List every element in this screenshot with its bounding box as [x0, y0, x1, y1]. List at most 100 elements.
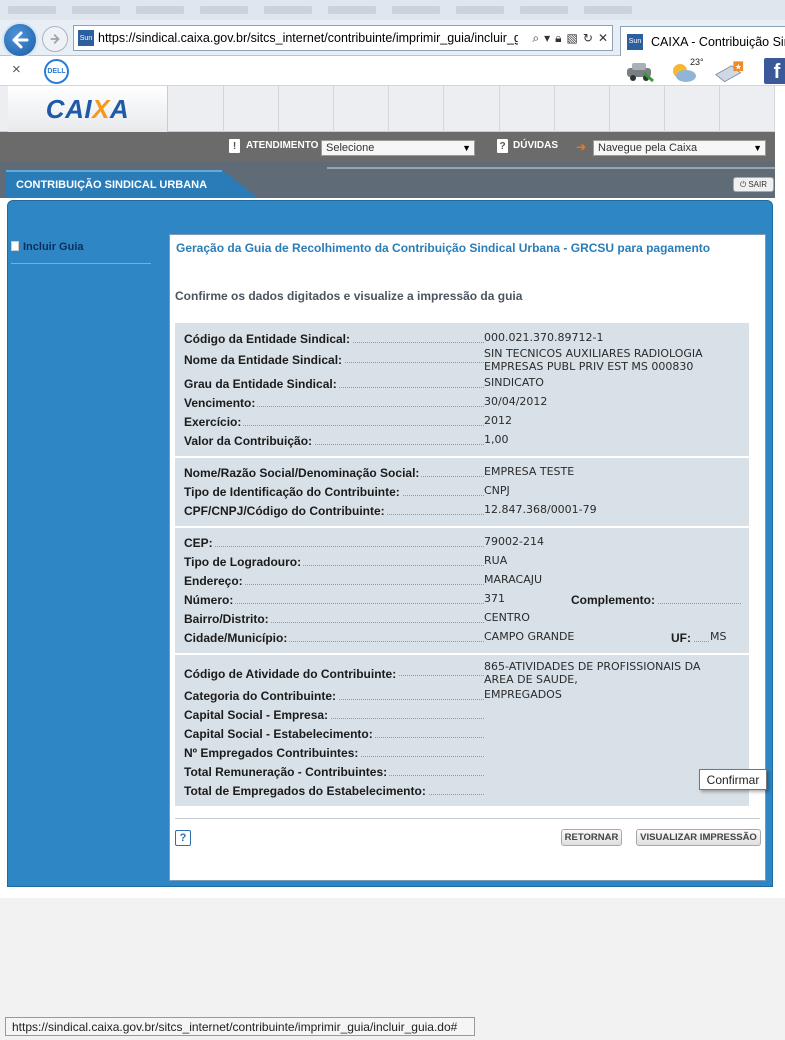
field-label: Nome/Razão Social/Denominação Social: [184, 466, 422, 480]
atendimento-select[interactable]: Selecione ▼ [321, 140, 475, 156]
field-value: SIN TECNICOS AUXILIARES RADIOLOGIA [484, 347, 703, 360]
car-icon[interactable] [624, 59, 654, 84]
question-icon: ? [497, 139, 508, 153]
logo-x: X [92, 93, 110, 124]
field-label: Nº Empregados Contribuintes: [184, 746, 361, 760]
field-label: Código de Atividade do Contribuinte: [184, 667, 399, 681]
field-label: Tipo de Logradouro: [184, 555, 304, 569]
menu-bar [0, 0, 785, 20]
logo-text-end: A [109, 93, 130, 124]
visualizar-impressao-button[interactable]: VISUALIZAR IMPRESSÃO [636, 829, 761, 846]
main-content: Geração da Guia de Recolhimento da Contr… [169, 234, 766, 881]
atendimento-selected: Selecione [326, 142, 375, 154]
field-label: Capital Social - Empresa: [184, 708, 331, 722]
navegue-selected: Navegue pela Caixa [598, 142, 698, 154]
field-value: 79002-214 [484, 535, 544, 548]
uf-value: MS [710, 630, 727, 643]
field-label: Cidade/Município: [184, 631, 290, 645]
help-icon[interactable]: ? [175, 830, 191, 846]
dropdown-icon[interactable]: ▾ [544, 31, 550, 46]
sidebar-item-label: Incluir Guia [23, 241, 84, 253]
address-bar: Sun https://sindical.caixa.gov.br/sitcs_… [0, 20, 785, 58]
field-value: 371 [484, 592, 505, 605]
field-value-cont: AREA DE SAUDE, [484, 673, 578, 686]
page-title: Geração da Guia de Recolhimento da Contr… [176, 241, 711, 255]
field-cidade: Cidade/Município: CAMPO GRANDE UF: MS [175, 631, 749, 647]
browser-tab[interactable]: Sun CAIXA - Contribuição Sind [620, 26, 785, 56]
field-label: Tipo de Identificação do Contribuinte: [184, 485, 402, 499]
divider [327, 167, 775, 169]
field-value: SINDICATO [484, 376, 544, 389]
field-label: Número: [184, 593, 236, 607]
tab-contribuicao-sindical[interactable]: CONTRIBUIÇÃO SINDICAL URBANA [6, 170, 222, 198]
retornar-button[interactable]: RETORNAR [561, 829, 622, 846]
tooltip: Confirmar [699, 769, 767, 790]
field-value: 12.847.368/0001-79 [484, 503, 597, 516]
header-cells [169, 86, 776, 132]
field-value: EMPREGADOS [484, 688, 562, 701]
field-value-cont: EMPRESAS PUBL PRIV EST MS 000830 [484, 360, 694, 373]
site-favicon: Sun [78, 30, 94, 46]
compat-icon[interactable]: ▧ [567, 31, 578, 46]
forward-arrow-icon [50, 34, 60, 44]
complemento-label: Complemento: [571, 593, 657, 607]
logo-text: CAI [45, 93, 93, 124]
dell-logo[interactable]: DELL [44, 59, 69, 84]
field-label: Total de Empregados do Estabelecimento: [184, 784, 428, 798]
field-label: Endereço: [184, 574, 245, 588]
field-label: Grau da Entidade Sindical: [184, 377, 339, 391]
atendimento-label: ATENDIMENTO [246, 140, 319, 151]
navegue-select[interactable]: Navegue pela Caixa ▼ [593, 140, 766, 156]
temperature: 23° [690, 57, 704, 67]
forward-button[interactable] [42, 26, 68, 52]
page-subtitle: Confirme os dados digitados e visualize … [175, 289, 523, 303]
close-icon[interactable]: × [12, 61, 21, 78]
field-value: 1,00 [484, 433, 509, 446]
section-divider [175, 653, 749, 655]
field-label: Nome da Entidade Sindical: [184, 353, 345, 367]
field-value: MARACAJU [484, 573, 543, 586]
alert-icon: ! [229, 139, 240, 153]
close-icon[interactable]: ✕ [598, 31, 608, 46]
browser-toolbar: × DELL 23° ★ f [0, 56, 785, 86]
caixa-header: CAIXA [0, 86, 776, 132]
section-divider [175, 456, 749, 458]
sair-label: SAIR [748, 180, 767, 189]
chevron-down-icon: ▼ [462, 143, 471, 153]
field-label: Bairro/Distrito: [184, 612, 271, 626]
field-value: 865-ATIVIDADES DE PROFISSIONAIS DA [484, 660, 701, 673]
field-value: CNPJ [484, 484, 510, 497]
field-label: Total Remuneração - Contribuintes: [184, 765, 390, 779]
top-nav-bar: ! ATENDIMENTO Selecione ▼ ? DÚVIDAS ➔ Na… [0, 132, 775, 162]
field-label: CPF/CNPJ/Código do Contribuinte: [184, 504, 387, 518]
lock-icon[interactable]: 🔒︎ [555, 31, 561, 46]
duvidas-label[interactable]: DÚVIDAS [513, 140, 558, 151]
uf-label: UF: [671, 631, 693, 645]
sair-button[interactable]: ⏻ SAIR [733, 177, 774, 192]
url-input[interactable]: Sun https://sindical.caixa.gov.br/sitcs_… [73, 25, 613, 51]
field-label: CEP: [184, 536, 215, 550]
field-label: Capital Social - Estabelecimento: [184, 727, 375, 741]
facebook-icon[interactable]: f [764, 58, 785, 84]
field-value: EMPRESA TESTE [484, 465, 575, 478]
field-label: Categoria do Contribuinte: [184, 689, 338, 703]
field-label: Vencimento: [184, 396, 258, 410]
search-icon[interactable]: ⌕ [532, 31, 539, 46]
field-value: 30/04/2012 [484, 395, 548, 408]
field-label: Exercício: [184, 415, 244, 429]
sidebar-item-incluir-guia[interactable]: Incluir Guia [11, 241, 153, 265]
refresh-icon[interactable]: ↻ [583, 31, 593, 46]
field-value: RUA [484, 554, 508, 567]
divider [175, 818, 760, 819]
field-value: CENTRO [484, 611, 530, 624]
mail-icon[interactable]: ★ [714, 59, 744, 84]
back-button[interactable] [2, 22, 38, 58]
caixa-logo[interactable]: CAIXA [8, 86, 168, 132]
summary-block: Código da Entidade Sindical: 000.021.370… [175, 323, 749, 806]
tab-favicon: Sun [627, 33, 643, 50]
back-arrow-icon [12, 31, 29, 49]
field-value: CAMPO GRANDE [484, 630, 575, 643]
content-panel: Incluir Guia Geração da Guia de Recolhim… [7, 200, 773, 887]
orange-arrow-icon: ➔ [576, 140, 587, 154]
field-value: 000.021.370.89712-1 [484, 331, 604, 344]
